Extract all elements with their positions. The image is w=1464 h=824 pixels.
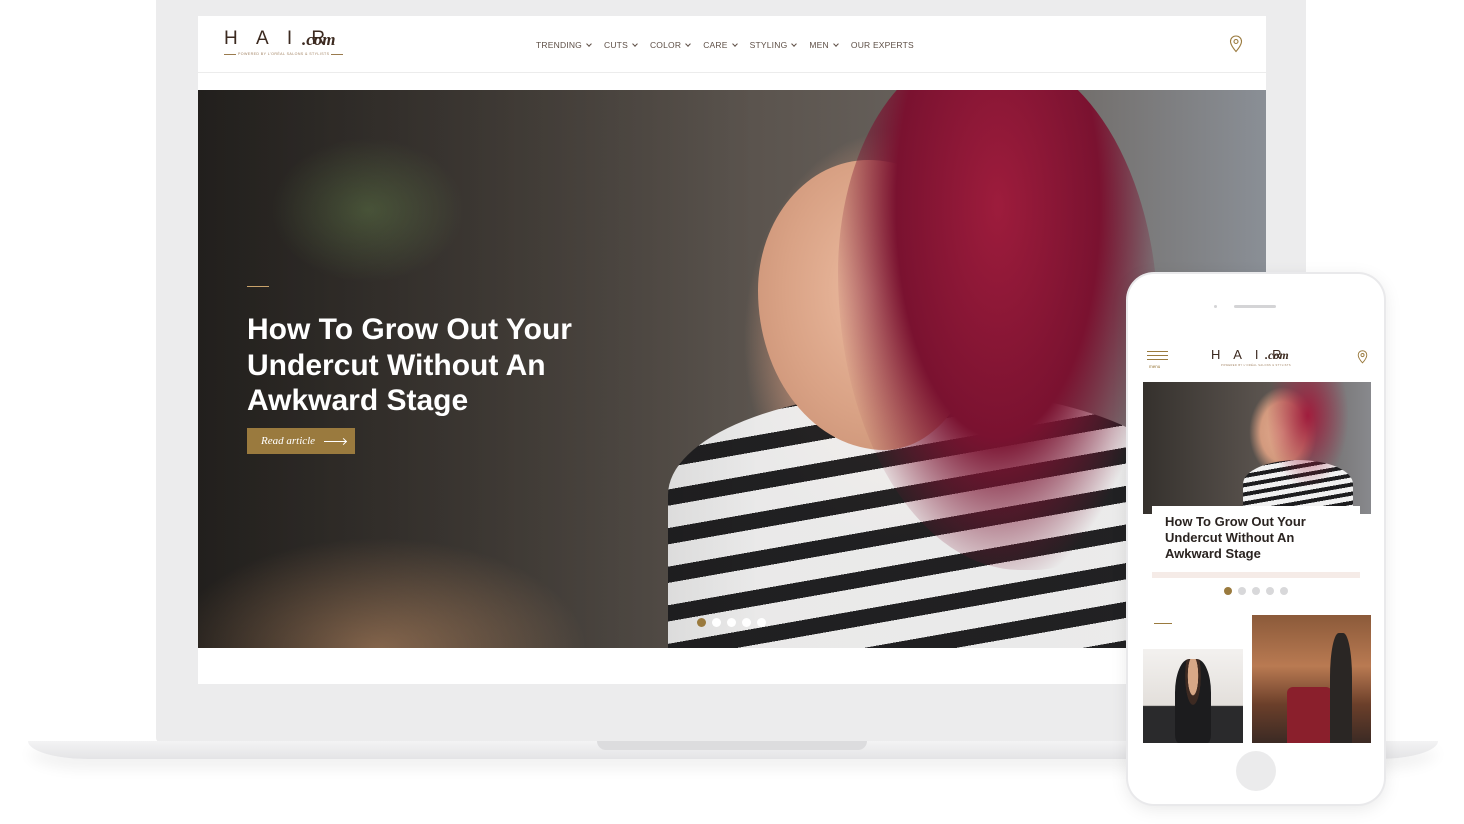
mobile-thumbnail-barber[interactable] bbox=[1252, 615, 1371, 743]
read-article-label: Read article bbox=[261, 435, 316, 447]
hero-accent-rule bbox=[247, 286, 269, 287]
nav-label: TRENDING bbox=[536, 40, 582, 50]
carousel-dot-3[interactable] bbox=[727, 618, 736, 627]
mobile-article-card[interactable]: How To Grow Out Your Undercut Without An… bbox=[1152, 506, 1360, 572]
mobile-section-rule bbox=[1154, 623, 1172, 624]
nav-item-cuts[interactable]: CUTS bbox=[604, 38, 638, 52]
chevron-down-icon bbox=[833, 40, 839, 47]
mobile-carousel-dot-1[interactable] bbox=[1224, 587, 1232, 595]
mobile-thumbnail-salon-woman[interactable] bbox=[1143, 649, 1243, 743]
logo-rule-left bbox=[224, 54, 236, 55]
logo-rule-right bbox=[331, 54, 343, 55]
location-pin-icon[interactable] bbox=[1357, 350, 1368, 364]
mobile-article-title: How To Grow Out Your Undercut Without An… bbox=[1165, 514, 1306, 561]
mobile-carousel-dot-3[interactable] bbox=[1252, 587, 1260, 595]
nav-item-men[interactable]: MEN bbox=[809, 38, 839, 52]
carousel-dot-5[interactable] bbox=[757, 618, 766, 627]
desktop-site: H A I R .com POWERED BY L'ORÉAL SALONS &… bbox=[198, 16, 1266, 684]
hamburger-menu-icon[interactable] bbox=[1147, 351, 1168, 363]
site-logo[interactable]: H A I R .com POWERED BY L'ORÉAL SALONS &… bbox=[224, 28, 354, 62]
mobile-carousel-dot-2[interactable] bbox=[1238, 587, 1246, 595]
mobile-carousel-dots bbox=[1224, 587, 1288, 595]
mobile-logo[interactable]: H A I R .com POWERED BY L'ORÉAL SALONS &… bbox=[1211, 347, 1307, 371]
location-pin-icon[interactable] bbox=[1229, 35, 1243, 53]
logo-tagline: POWERED BY L'ORÉAL SALONS & STYLISTS bbox=[1221, 364, 1291, 367]
nav-label: STYLING bbox=[749, 40, 788, 50]
mobile-carousel-dot-5[interactable] bbox=[1280, 587, 1288, 595]
nav-item-trending[interactable]: TRENDING bbox=[536, 38, 592, 52]
menu-label: menu bbox=[1149, 364, 1161, 369]
nav-label: MEN bbox=[809, 40, 829, 50]
carousel-dot-1[interactable] bbox=[697, 618, 706, 627]
logo-tagline: POWERED BY L'ORÉAL SALONS & STYLISTS bbox=[238, 52, 330, 56]
phone-camera bbox=[1214, 305, 1217, 308]
phone-speaker bbox=[1234, 305, 1276, 308]
read-article-button[interactable]: Read article bbox=[247, 428, 355, 454]
phone-home-button[interactable] bbox=[1236, 751, 1276, 791]
site-header: H A I R .com POWERED BY L'ORÉAL SALONS &… bbox=[198, 16, 1266, 73]
chevron-down-icon bbox=[586, 40, 592, 47]
laptop-notch bbox=[597, 741, 867, 750]
logo-suffix: .com bbox=[1265, 348, 1289, 362]
chevron-down-icon bbox=[632, 40, 638, 47]
hero-title: How To Grow Out Your Undercut Without An… bbox=[247, 313, 572, 417]
carousel-dot-2[interactable] bbox=[712, 618, 721, 627]
nav-label: OUR EXPERTS bbox=[850, 40, 914, 50]
nav-label: COLOR bbox=[649, 40, 682, 50]
nav-label: CARE bbox=[703, 40, 728, 50]
main-nav: TRENDING CUTS COLOR CARE STYLING MEN OUR… bbox=[536, 38, 927, 52]
logo-suffix: .com bbox=[302, 30, 336, 49]
mobile-hero-hair bbox=[1268, 382, 1348, 487]
nav-item-care[interactable]: CARE bbox=[703, 38, 738, 52]
carousel-dots bbox=[697, 618, 766, 627]
nav-item-color[interactable]: COLOR bbox=[649, 38, 692, 52]
mobile-carousel-dot-4[interactable] bbox=[1266, 587, 1274, 595]
chevron-down-icon bbox=[731, 40, 738, 47]
arrow-right-icon bbox=[324, 440, 347, 442]
chevron-down-icon bbox=[791, 40, 798, 47]
chevron-down-icon bbox=[685, 40, 692, 47]
mobile-hero-image[interactable] bbox=[1143, 382, 1371, 514]
hero-carousel[interactable]: How To Grow Out Your Undercut Without An… bbox=[198, 90, 1266, 648]
mobile-phone: menu H A I R .com POWERED BY L'ORÉAL SAL… bbox=[1128, 274, 1384, 804]
carousel-dot-4[interactable] bbox=[742, 618, 751, 627]
nav-item-styling[interactable]: STYLING bbox=[749, 38, 798, 52]
nav-label: CUTS bbox=[604, 40, 628, 50]
mobile-header: menu H A I R .com POWERED BY L'ORÉAL SAL… bbox=[1143, 342, 1371, 374]
nav-item-our-experts[interactable]: OUR EXPERTS bbox=[851, 38, 914, 52]
